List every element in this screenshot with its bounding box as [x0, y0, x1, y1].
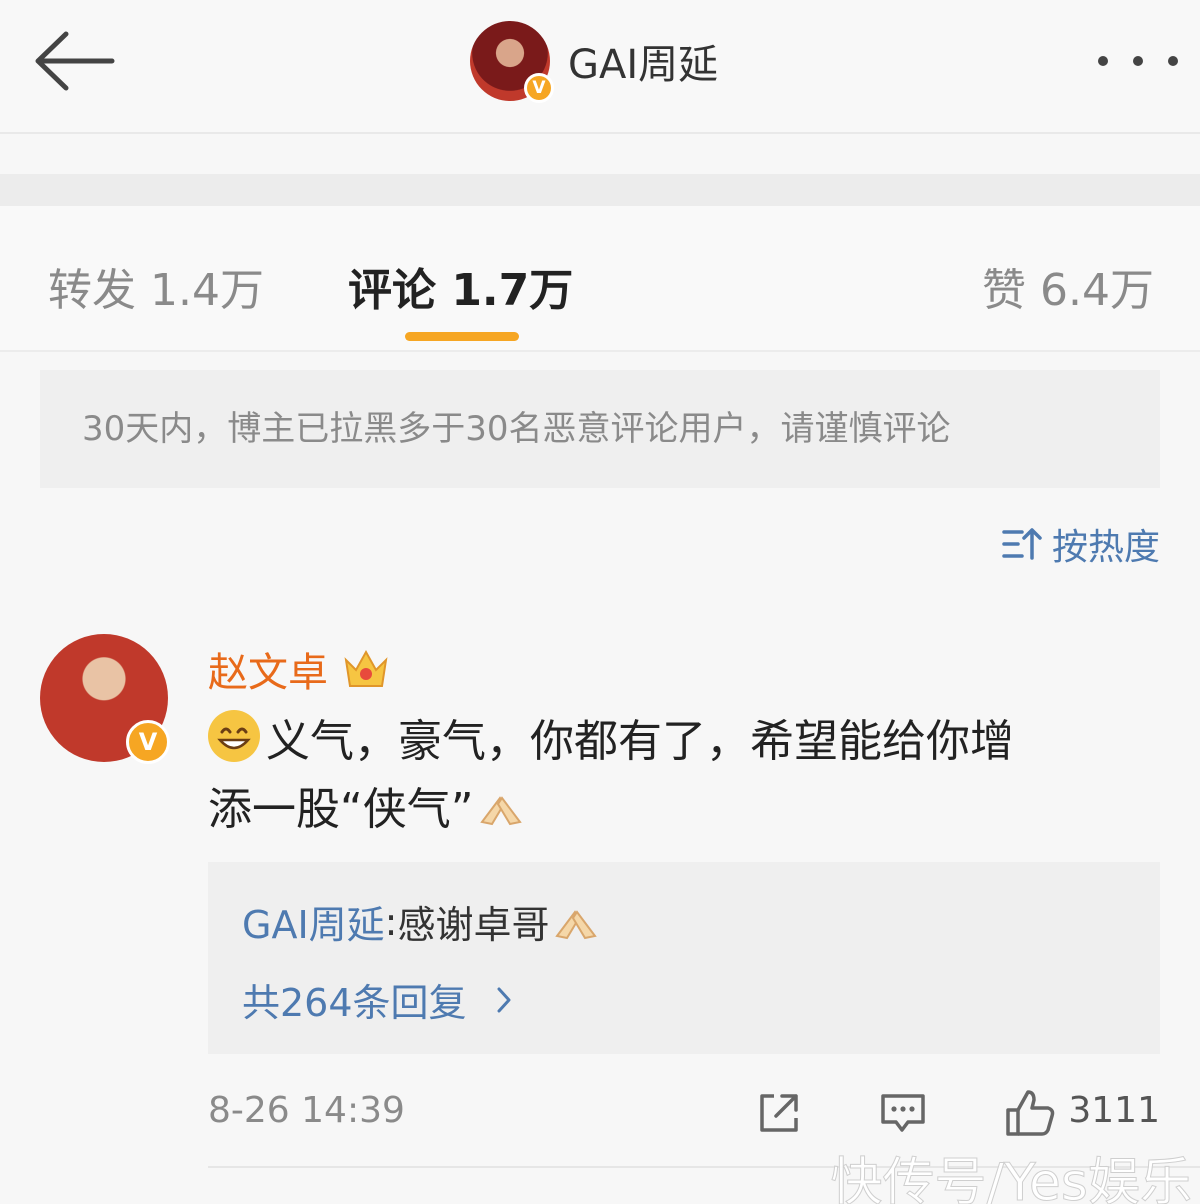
comment-line: 添一股“侠气”	[208, 776, 1158, 844]
praying-hands-emoji-icon	[478, 780, 524, 826]
more-button[interactable]	[1098, 44, 1178, 78]
comment-author[interactable]: 赵文卓	[208, 640, 390, 698]
avatar[interactable]: V	[470, 21, 554, 103]
watermark: 快传号/Yes娱乐	[830, 1153, 1192, 1204]
page-title: GAI周延	[568, 42, 719, 88]
comment-timestamp: 8-26 14:39	[208, 1090, 405, 1131]
verified-badge-icon: V	[126, 720, 170, 764]
spacer	[0, 136, 1200, 176]
comment-icon	[881, 1094, 925, 1132]
verified-badge-icon: V	[524, 73, 554, 103]
tab-bar: 转发 1.4万 评论 1.7万 赞 6.4万	[0, 206, 1200, 352]
active-tab-indicator	[405, 332, 519, 341]
comment-button[interactable]	[878, 1088, 928, 1142]
tab-reposts[interactable]: 转发 1.4万	[48, 254, 264, 318]
back-button[interactable]	[28, 26, 120, 96]
like-button[interactable]	[1004, 1088, 1056, 1142]
avatar[interactable]: V	[40, 634, 170, 764]
comment-actions: 8-26 14:39 3111	[208, 1086, 1160, 1142]
view-replies-link[interactable]: 共264条回复	[242, 972, 519, 1027]
praying-hands-emoji-icon	[553, 902, 599, 942]
divider-band	[0, 174, 1200, 206]
like-count: 3111	[1068, 1090, 1160, 1131]
reply-text: 感谢卓哥	[397, 903, 550, 947]
comment-body: 义气，豪气，你都有了，希望能给你增 添一股“侠气”	[208, 708, 1158, 844]
share-icon	[760, 1094, 798, 1132]
share-button[interactable]	[754, 1088, 804, 1142]
comment-author-name[interactable]: 赵文卓	[208, 640, 328, 698]
comment-notice-banner: 30天内，博主已拉黑多于30名恶意评论用户，请谨慎评论	[40, 370, 1160, 488]
reply-item: GAI周延 : 感谢卓哥	[242, 894, 599, 949]
sort-label: 按热度	[1051, 527, 1160, 568]
crown-icon	[344, 649, 388, 687]
more-dots-icon	[1098, 56, 1108, 66]
chevron-right-icon	[497, 987, 511, 1012]
reply-author[interactable]: GAI周延	[242, 894, 385, 949]
top-nav-bar: V GAI周延	[0, 0, 1200, 134]
reply-preview[interactable]: GAI周延 : 感谢卓哥 共264条回复	[208, 862, 1160, 1054]
grinning-emoji-icon	[208, 710, 260, 762]
sort-button[interactable]: 按热度	[1002, 518, 1160, 570]
thumbs-up-icon	[1006, 1090, 1055, 1136]
header-profile[interactable]: V GAI周延	[470, 20, 719, 103]
arrow-left-icon	[35, 31, 115, 91]
sort-icon	[1002, 528, 1042, 560]
more-dots-icon	[1168, 56, 1178, 66]
tab-comments[interactable]: 评论 1.7万	[348, 254, 573, 318]
tab-likes[interactable]: 赞 6.4万	[982, 254, 1154, 318]
more-dots-icon	[1133, 56, 1143, 66]
comment-line: 义气，豪气，你都有了，希望能给你增	[208, 708, 1158, 776]
